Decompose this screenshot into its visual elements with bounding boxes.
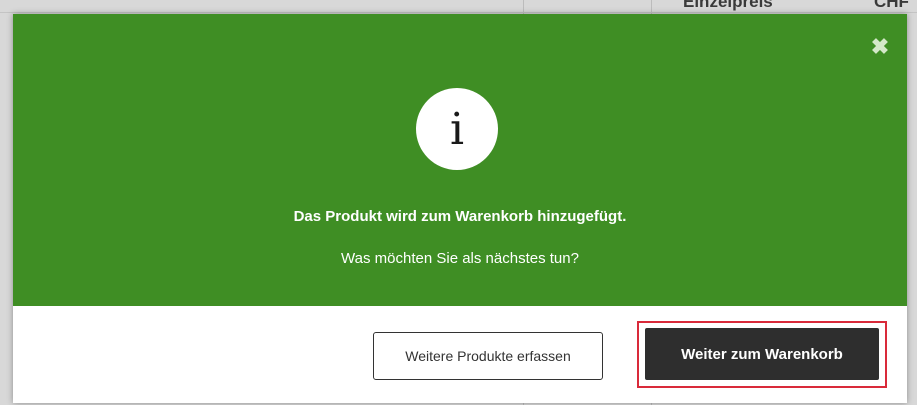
add-to-cart-dialog: ✖ i Das Produkt wird zum Warenkorb hinzu… [13,14,907,403]
info-glyph: i [449,104,465,155]
continue-shopping-button[interactable]: Weitere Produkte erfassen [373,332,603,380]
table-row-divider [0,12,917,13]
go-to-cart-button[interactable]: Weiter zum Warenkorb [645,328,879,380]
dialog-title: Das Produkt wird zum Warenkorb hinzugefü… [293,208,627,225]
dialog-subtitle: Was möchten Sie als nächstes tun? [341,250,579,267]
info-icon: i [416,88,498,170]
currency-label: CHF [874,0,909,11]
column-header-unit-price: Einzelpreis [683,0,773,11]
dialog-header: ✖ i Das Produkt wird zum Warenkorb hinzu… [13,14,907,306]
close-icon[interactable]: ✖ [869,36,891,58]
